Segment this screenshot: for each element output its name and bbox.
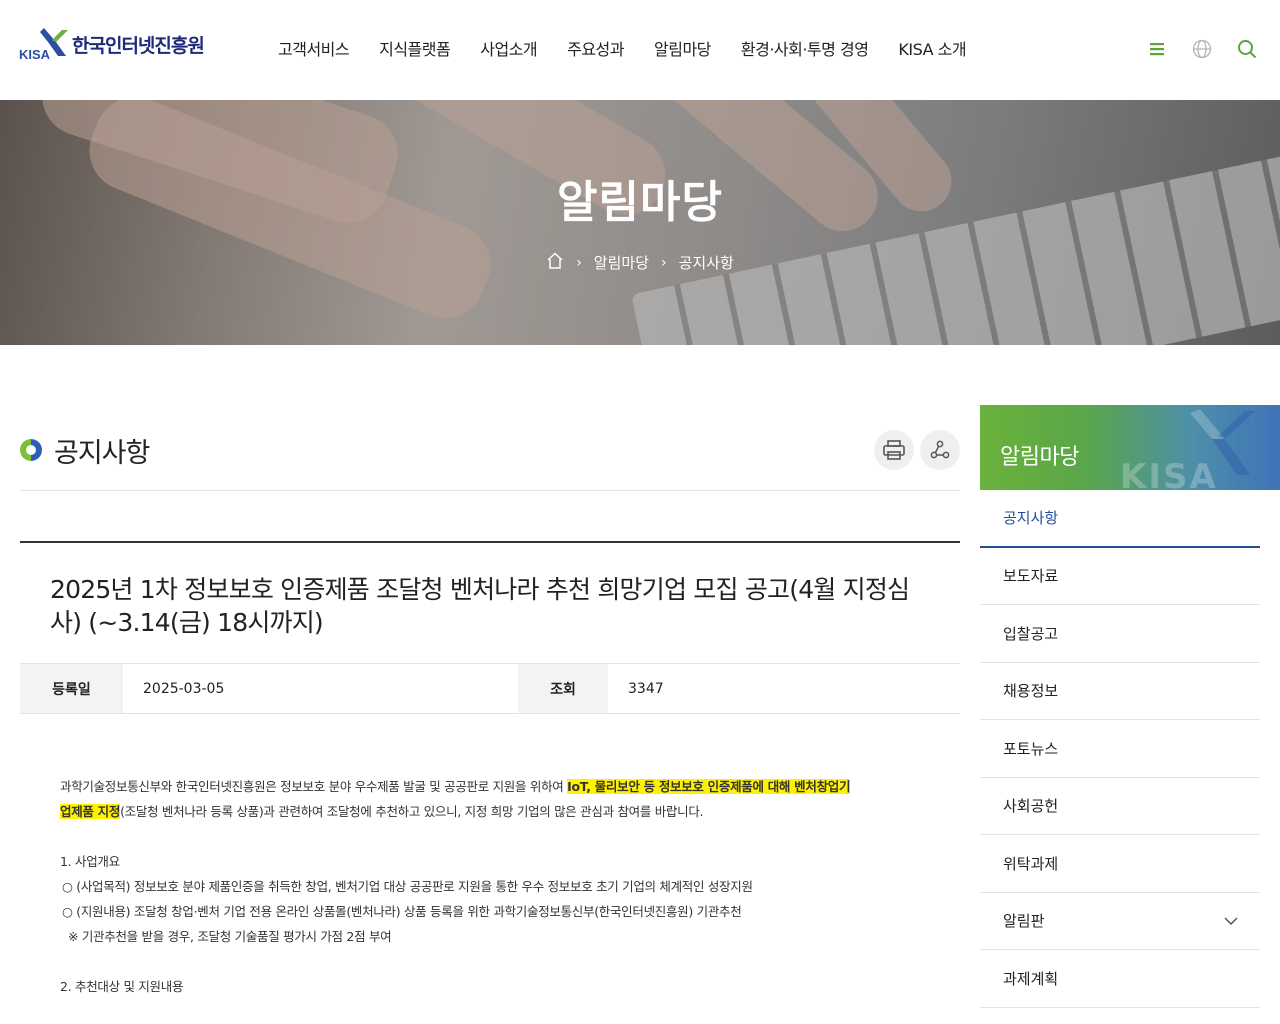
section-1-item: ○ (사업목적) 정보보호 분야 제품인증을 취득한 창업, 벤처기업 대상 공… (62, 879, 753, 894)
breadcrumb: › 알림마당 › 공지사항 (0, 252, 1280, 273)
side-item-social[interactable]: 사회공헌 (980, 778, 1260, 835)
body-intro-line1: 과학기술정보통신부와 한국인터넷진흥원은 정보보호 분야 우수제품 발굴 및 공… (60, 779, 851, 794)
site-header: KISA 한국인터넷진흥원 고객서비스 지식플랫폼 사업소개 주요성과 알림마당… (0, 0, 1280, 100)
header-utilities (1123, 38, 1258, 60)
kisa-watermark-mark (1190, 409, 1255, 475)
post-views: 3347 (628, 680, 664, 697)
side-nav: 알림마당 KISA 공지사항 보도자료 입찰공고 채용정보 포토뉴스 사회공헌 … (980, 405, 1280, 1008)
side-item-task-plan[interactable]: 과제계획 (980, 950, 1260, 1008)
share-icon (930, 440, 950, 459)
home-icon[interactable] (546, 252, 564, 273)
nav-achievements[interactable]: 주요성과 (567, 36, 624, 60)
post-meta: 등록일 2025-03-05 조회 3347 (20, 664, 960, 714)
nav-about-kisa[interactable]: KISA 소개 (898, 36, 966, 60)
post-title: 2025년 1차 정보보호 인증제품 조달청 벤처나라 추천 희망기업 모집 공… (20, 543, 960, 664)
side-nav-header: 알림마당 KISA (980, 405, 1280, 490)
share-button[interactable] (920, 430, 960, 470)
menu-icon[interactable] (1146, 38, 1168, 60)
side-item-press[interactable]: 보도자료 (980, 548, 1260, 605)
chevron-down-icon (1224, 912, 1238, 930)
nav-knowledge-platform[interactable]: 지식플랫폼 (379, 36, 451, 60)
chevron-right-icon: › (576, 254, 582, 271)
side-item-notices[interactable]: 공지사항 (980, 490, 1260, 548)
hero-banner: 알림마당 › 알림마당 › 공지사항 (0, 100, 1280, 345)
highlight-text: IoT, 물리보안 등 정보보호 인증제품에 대해 벤처창업기 (567, 779, 851, 794)
post-date: 2025-03-05 (143, 680, 225, 697)
globe-icon[interactable] (1191, 38, 1213, 60)
post-view: 2025년 1차 정보보호 인증제품 조달청 벤처나라 추천 희망기업 모집 공… (20, 541, 960, 999)
nav-notice-board[interactable]: 알림마당 (654, 36, 711, 60)
hero-title: 알림마당 (557, 177, 723, 228)
nav-business[interactable]: 사업소개 (480, 36, 537, 60)
body-intro-line2: 업제품 지정(조달청 벤처나라 등록 상품)과 관련하여 조달청에 추천하고 있… (60, 804, 704, 819)
date-label: 등록일 (20, 664, 123, 713)
print-icon (883, 440, 905, 460)
page-title: 공지사항 (54, 438, 150, 469)
title-bullet-icon (20, 439, 42, 461)
nav-esg[interactable]: 환경·사회·투명 경영 (741, 36, 869, 60)
main-nav: 고객서비스 지식플랫폼 사업소개 주요성과 알림마당 환경·사회·투명 경영 K… (278, 36, 996, 60)
views-label: 조회 (518, 664, 608, 713)
post-body: 과학기술정보통신부와 한국인터넷진흥원은 정보보호 분야 우수제품 발굴 및 공… (20, 714, 960, 999)
section-1-title: 1. 사업개요 (60, 854, 120, 869)
search-icon[interactable] (1236, 38, 1258, 60)
side-item-bulletin[interactable]: 알림판 (980, 893, 1260, 950)
side-item-consignment[interactable]: 위탁과제 (980, 835, 1260, 893)
kisa-logo[interactable]: KISA 한국인터넷진흥원 (18, 26, 205, 62)
section-1-item: ○ (지원내용) 조달청 창업·벤처 기업 전용 온라인 상품몰(벤처나라) 상… (62, 904, 742, 919)
section-2-title: 2. 추천대상 및 지원내용 (60, 979, 184, 994)
section-1-note: ※ 기관추천을 받을 경우, 조달청 기술품질 평가시 가점 2점 부여 (68, 929, 392, 944)
nav-customer-service[interactable]: 고객서비스 (278, 36, 350, 60)
logo-kisa-text: KISA (19, 47, 51, 62)
side-nav-list: 공지사항 보도자료 입찰공고 채용정보 포토뉴스 사회공헌 위탁과제 알림판 과… (980, 490, 1260, 1008)
breadcrumb-item-notice-board[interactable]: 알림마당 (594, 252, 649, 273)
kisa-logo-mark: KISA (18, 26, 70, 62)
side-item-bids[interactable]: 입찰공고 (980, 605, 1260, 663)
side-nav-title: 알림마당 (1000, 445, 1079, 470)
highlight-text: 업제품 지정 (60, 804, 121, 819)
page-heading: 공지사항 (20, 405, 960, 491)
breadcrumb-item-notices[interactable]: 공지사항 (679, 252, 734, 273)
side-item-recruit[interactable]: 채용정보 (980, 663, 1260, 720)
print-button[interactable] (874, 430, 914, 470)
logo-org-name: 한국인터넷진흥원 (72, 34, 205, 57)
side-item-photo-news[interactable]: 포토뉴스 (980, 720, 1260, 778)
chevron-right-icon: › (661, 254, 667, 271)
